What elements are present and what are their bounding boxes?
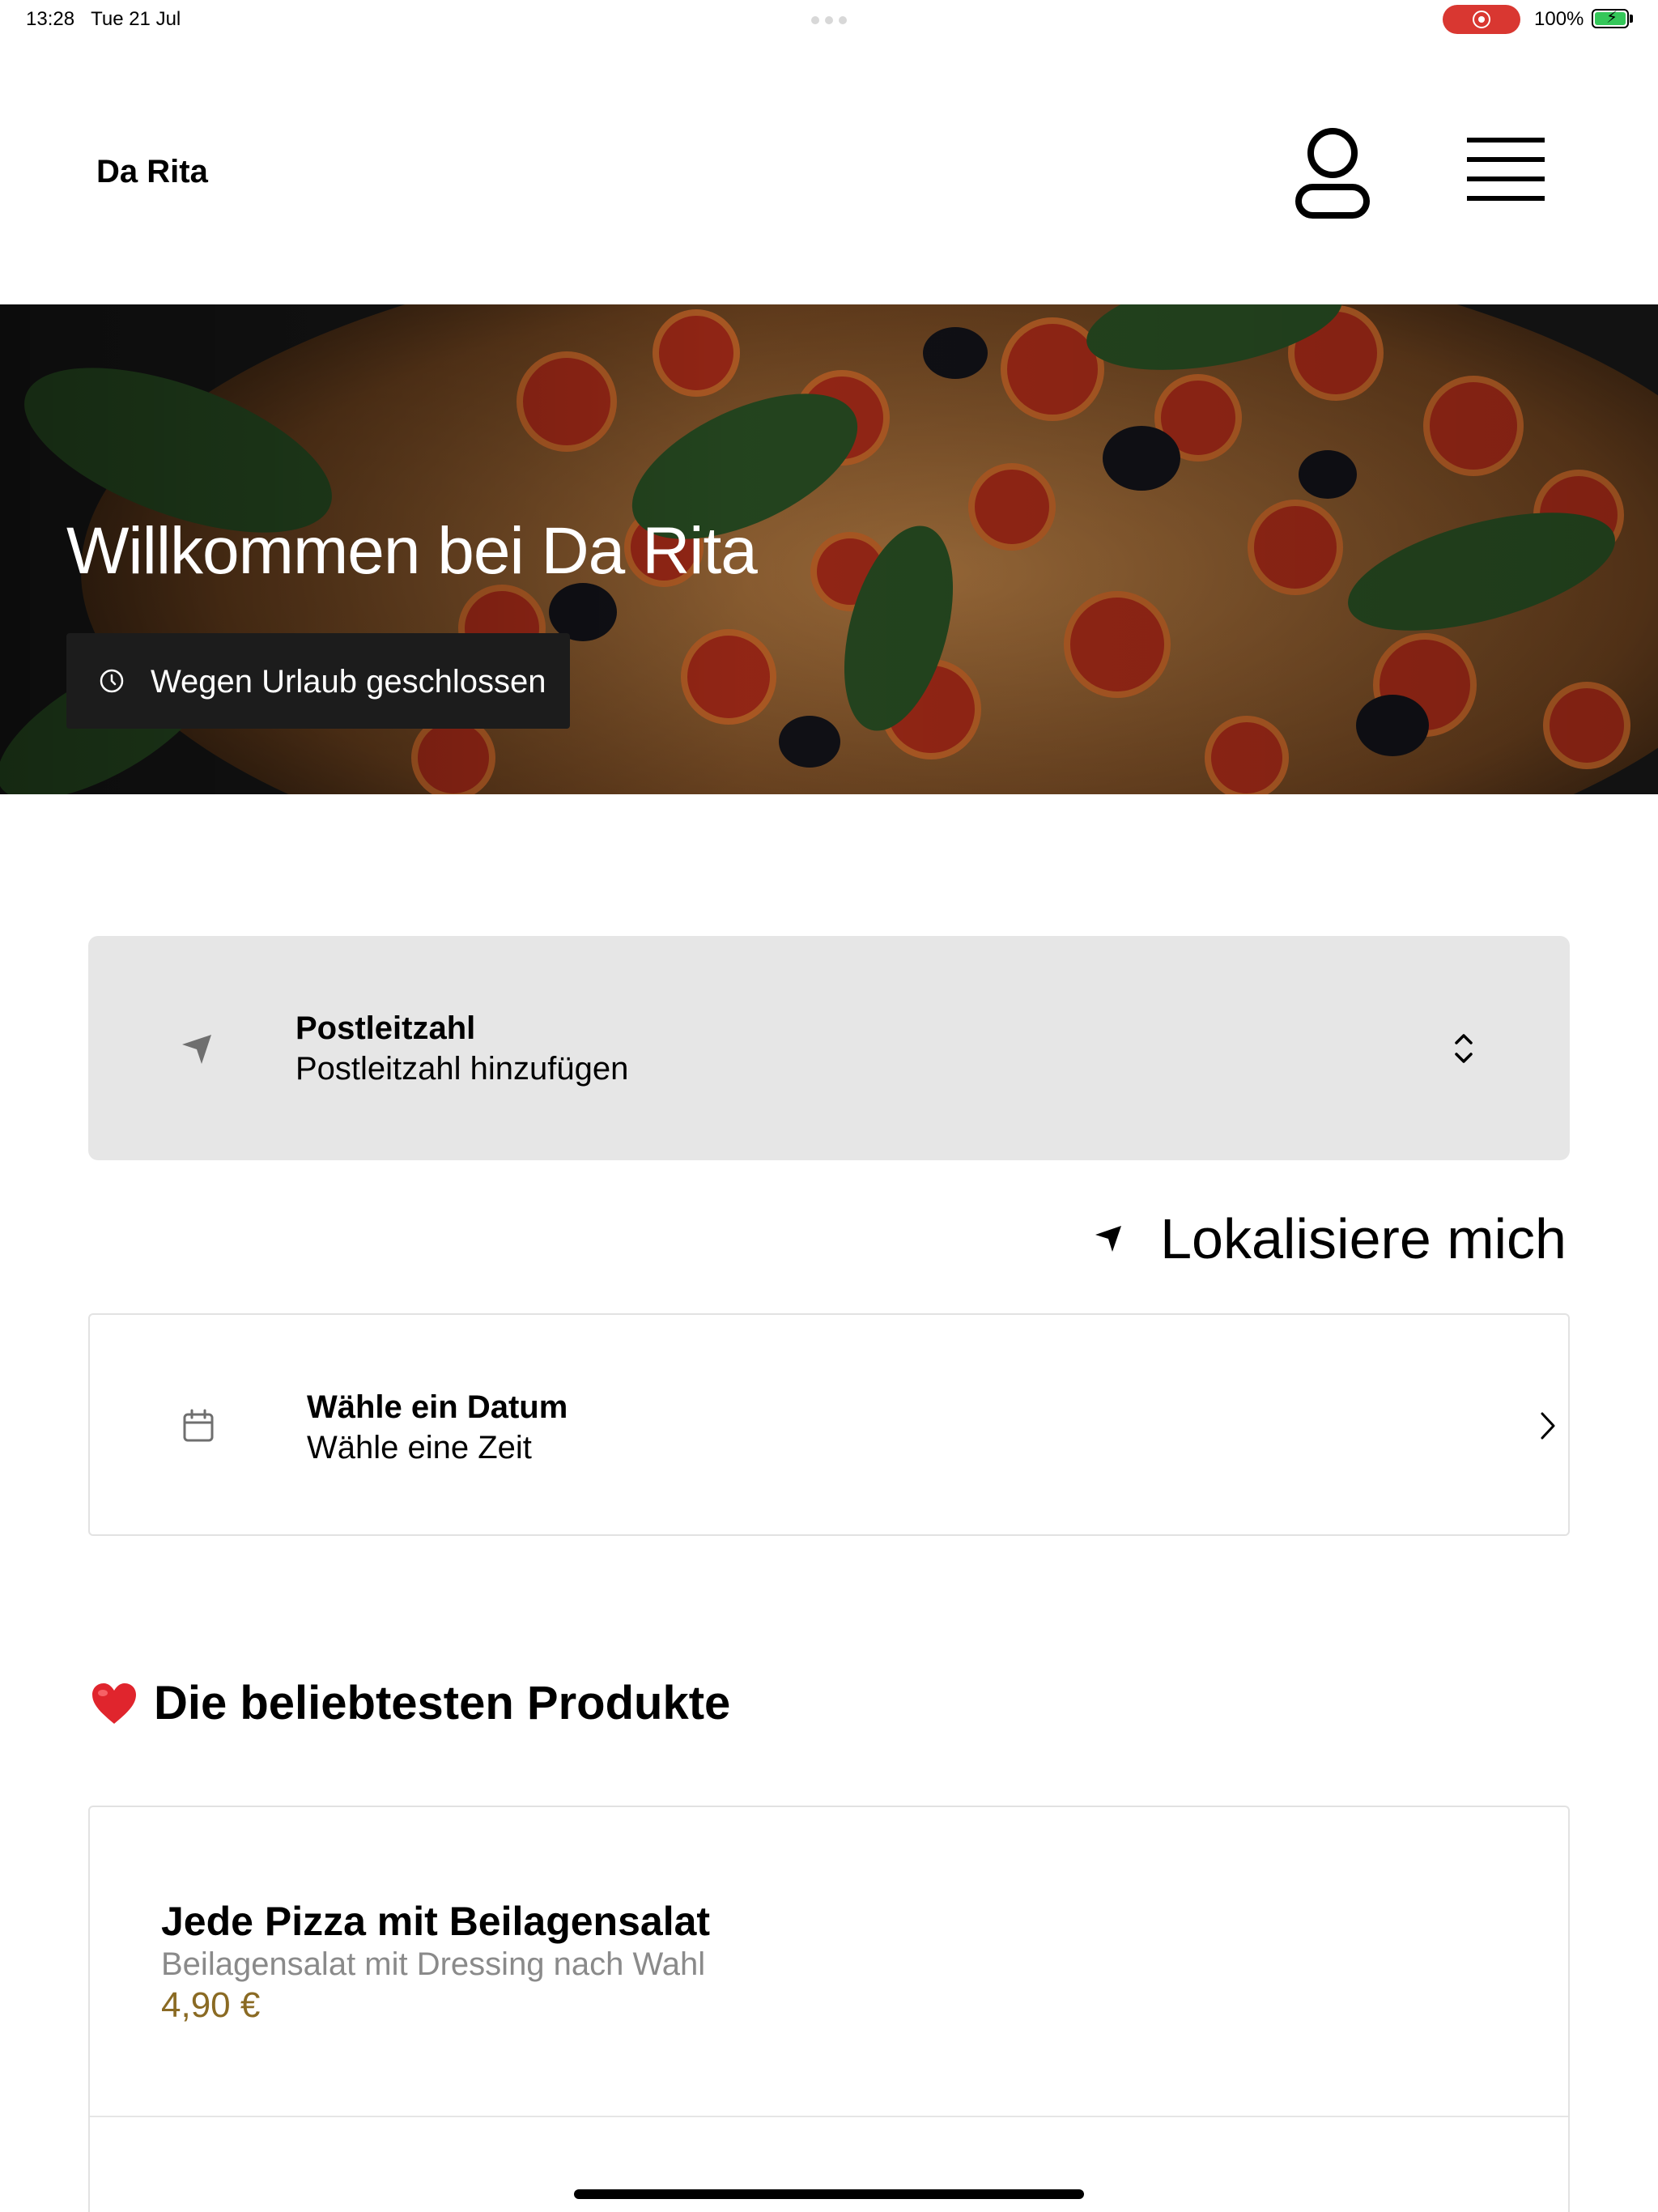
opening-status-text: Wegen Urlaub geschlossen — [151, 664, 546, 700]
status-bar: 13:28 Tue 21 Jul 100% ⚡ — [0, 0, 1658, 39]
postcode-selector[interactable]: Postleitzahl Postleitzahl hinzufügen — [88, 936, 1570, 1160]
battery-icon: ⚡ — [1592, 9, 1629, 28]
product-name: Jede Pizza mit Beilagensalat — [161, 1899, 711, 1944]
card-divider — [90, 2116, 1568, 2117]
battery-percentage: 100% — [1534, 8, 1584, 30]
product-price: 4,90 € — [161, 1985, 261, 2025]
location-arrow-icon — [1095, 1226, 1122, 1252]
date-time-selector[interactable]: Wähle ein Datum Wähle eine Zeit — [88, 1313, 1570, 1536]
hero-banner: Willkommen bei Da Rita Wegen Urlaub gesc… — [0, 304, 1658, 794]
status-time: 13:28 — [26, 8, 75, 30]
heart-icon — [92, 1682, 136, 1724]
time-subtitle: Wähle eine Zeit — [307, 1430, 532, 1465]
user-icon — [1295, 128, 1370, 219]
postcode-title: Postleitzahl — [295, 1010, 476, 1046]
screen-recording-indicator[interactable] — [1443, 5, 1520, 34]
locate-me-button[interactable]: Lokalisiere mich — [1092, 1206, 1567, 1271]
brand-title[interactable]: Da Rita — [96, 154, 208, 190]
record-icon — [1473, 11, 1490, 28]
date-title: Wähle ein Datum — [307, 1389, 568, 1425]
opening-status-badge: Wegen Urlaub geschlossen — [66, 633, 570, 729]
battery-cap — [1630, 15, 1633, 23]
home-indicator[interactable] — [574, 2189, 1084, 2199]
locate-me-label: Lokalisiere mich — [1160, 1207, 1567, 1270]
location-arrow-icon — [182, 1035, 211, 1064]
hero-title: Willkommen bei Da Rita — [66, 514, 758, 588]
clock-icon — [100, 669, 124, 693]
profile-button[interactable] — [1292, 125, 1373, 222]
status-time-date: 13:28 Tue 21 Jul — [26, 8, 181, 31]
status-date: Tue 21 Jul — [91, 8, 181, 30]
product-card[interactable]: Jede Pizza mit Beilagensalat Beilagensal… — [88, 1806, 1570, 2212]
chevron-up-down-icon — [1455, 1034, 1473, 1063]
popular-products-heading: Die beliebtesten Produkte — [91, 1676, 730, 1730]
chevron-right-icon — [1541, 1412, 1555, 1440]
menu-button[interactable] — [1464, 133, 1548, 207]
hamburger-menu-icon — [1467, 138, 1545, 201]
product-description: Beilagensalat mit Dressing nach Wahl — [161, 1946, 706, 1982]
charging-bolt-icon: ⚡ — [1606, 9, 1618, 27]
multitasking-dots-icon[interactable] — [811, 16, 847, 24]
calendar-icon — [183, 1409, 214, 1442]
postcode-placeholder: Postleitzahl hinzufügen — [295, 1051, 629, 1087]
section-title: Die beliebtesten Produkte — [154, 1677, 731, 1729]
